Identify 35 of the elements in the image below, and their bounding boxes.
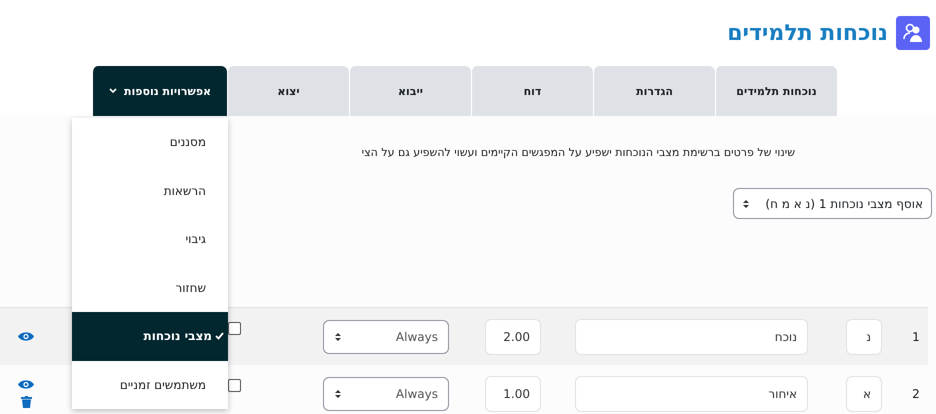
checkmark-icon [215,332,224,340]
notice-text: שינוי של פרטים ברשימת מצבי הנוכחות ישפיע על המפגשים הקיימים ועשוי להשפיע גם על הצי [362,146,795,161]
menu-item[interactable]: משתמשים זמניים [72,360,228,409]
acronym-field[interactable]: נ [846,318,882,354]
tab[interactable]: אפשרויות נוספות [92,66,227,116]
eye-icon[interactable] [18,379,34,390]
trash-icon[interactable] [20,396,32,408]
grade-field[interactable]: 1.00 [485,376,541,412]
checkbox[interactable] [228,322,241,335]
menu-item[interactable]: שחזור [72,264,228,312]
row-number: 2 [911,386,921,400]
sort-arrows-icon [334,388,342,398]
menu-item[interactable]: הרשאות [72,166,228,215]
grade-field[interactable]: 2.00 [485,318,541,354]
sort-arrows-icon [334,332,342,342]
description-field[interactable]: נוכח [575,318,808,354]
description-field[interactable]: איחור [575,376,808,412]
menu-item[interactable]: מצבי נוכחות [72,312,228,360]
availability-select[interactable]: Always [323,320,449,354]
page-title: נוכחות תלמידים [727,20,888,46]
tab[interactable]: נוכחות תלמידים [715,66,837,116]
sort-arrows-icon [742,198,750,208]
tab[interactable]: הגדרות [593,66,715,116]
acronym-field[interactable]: א [846,376,882,412]
tab[interactable]: יצוא [227,66,349,116]
caret-icon [108,88,117,94]
checkbox[interactable] [228,379,241,392]
tab[interactable]: דוח [471,66,593,116]
availability-select[interactable]: Always [323,376,449,410]
status-set-select[interactable]: אוסף מצבי נוכחות 1 (נ א מ ח) [733,188,932,219]
menu-item[interactable]: גיבוי [72,215,228,264]
tab[interactable]: ייבוא [349,66,471,116]
menu-item[interactable]: מסננים [72,118,228,166]
row-number: 1 [911,330,921,344]
eye-icon[interactable] [18,331,34,342]
